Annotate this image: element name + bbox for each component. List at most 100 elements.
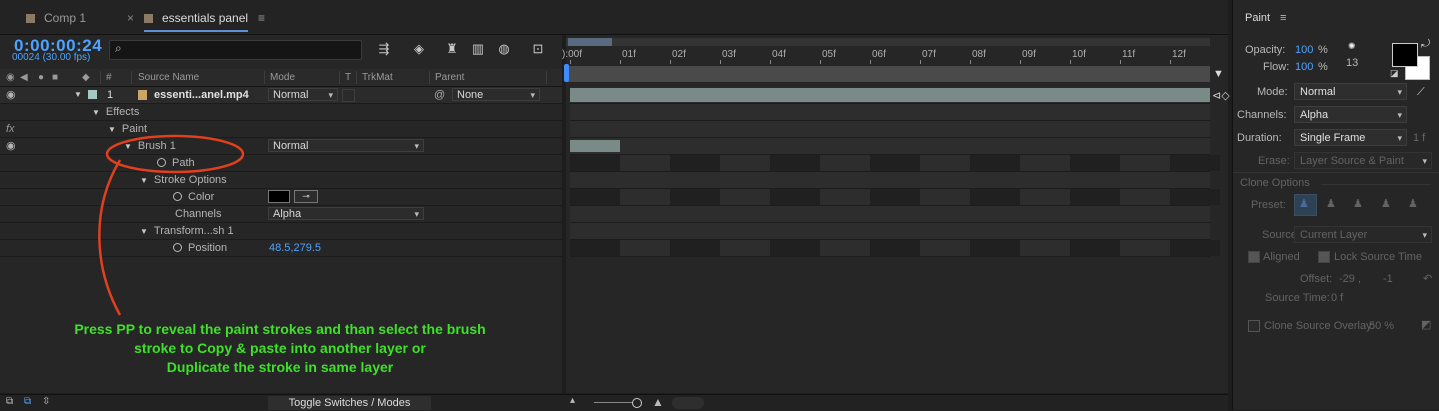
work-area-range[interactable] (568, 38, 612, 46)
layer-name[interactable]: essenti...anel.mp4 (154, 87, 249, 103)
frame-band (570, 189, 620, 205)
timeline-scroll[interactable] (672, 397, 704, 409)
brush-mode-dropdown[interactable]: Normal ▾ (268, 139, 424, 152)
layer-row[interactable]: ◉ ▼ 1 essenti...anel.mp4 Normal ▾ @ None ▾ (0, 87, 562, 104)
toggle-switches-button[interactable]: Toggle Switches / Modes (268, 396, 431, 410)
hide-shy-layers-icon[interactable]: ♜ (443, 40, 461, 58)
frame-blending-icon[interactable]: ▥ (469, 40, 487, 58)
brush-row[interactable]: ◉ ▼ Brush 1 Normal ▾ (0, 138, 562, 155)
in-out-icon[interactable]: ⇳ (42, 396, 50, 407)
chevron-down-icon: ▾ (414, 209, 419, 219)
reset-offset-icon[interactable]: ↶ (1423, 272, 1432, 285)
visibility-eye-icon[interactable]: ◉ (6, 87, 16, 103)
label-column-icon: ◆ (82, 72, 90, 83)
clone-source-dropdown[interactable]: Current Layer ▾ (1294, 226, 1432, 243)
zoom-out-icon[interactable]: ▴ (570, 395, 575, 406)
tab-comp-1[interactable]: Comp 1 (26, 8, 86, 30)
clone-preset-3-icon[interactable]: ♟ (1353, 197, 1363, 210)
ruler-tick (870, 60, 871, 64)
swap-colors-icon[interactable]: ⤾ (1421, 38, 1430, 51)
keyframe-nav-icon[interactable]: ⊲◇ (1212, 89, 1230, 102)
composition-flowchart-icon[interactable]: ⇶ (375, 40, 393, 58)
effects-row[interactable]: ▼ Effects (0, 104, 562, 121)
paint-mode-dropdown[interactable]: Normal ▾ (1294, 83, 1407, 100)
pickwhip-icon[interactable]: @ (434, 87, 445, 103)
track-row (570, 223, 1210, 240)
brush-duration-bar[interactable] (570, 140, 620, 152)
color-swatch[interactable] (268, 190, 290, 203)
graph-editor-icon[interactable]: ⊡ (529, 40, 547, 58)
layer-mode-dropdown[interactable]: Normal ▾ (268, 88, 338, 101)
difference-mode-icon[interactable]: ◩ (1421, 318, 1431, 331)
duration-dropdown[interactable]: Single Frame ▾ (1294, 129, 1407, 146)
erase-dropdown[interactable]: Layer Source & Paint ▾ (1294, 152, 1432, 169)
tab-close-icon[interactable]: × (127, 8, 134, 30)
eyedropper-icon[interactable]: ⊸ (294, 190, 318, 203)
ruler-tick-label: 03f (722, 49, 736, 60)
work-area-bar[interactable] (566, 38, 1210, 46)
foreground-color-swatch-top[interactable] (1392, 43, 1418, 67)
clone-preset-5-icon[interactable]: ♟ (1408, 197, 1418, 210)
annotation-arrow (98, 159, 122, 316)
chevron-down-icon: ▾ (1397, 110, 1402, 120)
stroke-options-row[interactable]: ▼ Stroke Options (0, 172, 562, 189)
path-row[interactable]: Path (0, 155, 562, 172)
expand-triangle-icon[interactable]: ▼ (92, 108, 100, 117)
visibility-eye-icon[interactable]: ◉ (6, 138, 16, 154)
preserve-transparency-checkbox[interactable] (342, 89, 355, 102)
tab-menu-icon[interactable]: ≡ (258, 8, 265, 30)
ruler-tick (770, 60, 771, 64)
channels-row[interactable]: Channels Alpha ▾ (0, 206, 562, 223)
clone-preset-4-icon[interactable]: ♟ (1381, 197, 1391, 210)
tab-essentials-panel[interactable]: essentials panel (144, 8, 249, 32)
source-name-column[interactable]: Source Name (138, 72, 199, 83)
current-time-indicator[interactable] (564, 64, 569, 82)
t-column: T (345, 72, 352, 83)
annotation-callout (98, 134, 245, 316)
fx-icon[interactable]: fx (6, 121, 15, 137)
parent-dropdown[interactable]: None ▾ (452, 88, 540, 101)
track-row (570, 240, 1220, 257)
motion-blur-icon[interactable]: ◍ (495, 40, 513, 58)
layer-track-row[interactable] (570, 87, 1210, 104)
aligned-checkbox[interactable] (1248, 251, 1260, 263)
time-ruler[interactable]: ):00f 01f 02f 03f 04f 05f 06f 07f 08f 09f 10f 11f 12… (562, 36, 1210, 64)
clone-preset-2-icon[interactable]: ♟ (1326, 197, 1336, 210)
clone-overlay-checkbox[interactable] (1248, 320, 1260, 332)
panel-menu-icon[interactable]: ≡ (1280, 12, 1286, 24)
brush-tip-icon[interactable]: ✺ (1348, 41, 1356, 52)
bottom-toolbar: ⧉ ⧉ ⇳ Toggle Switches / Modes ▴ ▲ (0, 394, 1228, 411)
cti-track[interactable] (566, 66, 1210, 82)
footage-icon (138, 90, 147, 100)
position-value[interactable]: 48.5,279.5 (269, 240, 321, 256)
comp-marker-bin-icon[interactable]: ▼ (1213, 68, 1225, 80)
position-row[interactable]: Position 48.5,279.5 (0, 240, 562, 257)
label-color-icon[interactable] (88, 90, 97, 99)
search-input[interactable]: ⌕ (109, 40, 362, 60)
transform-row[interactable]: ▼ Transform...sh 1 (0, 223, 562, 240)
opacity-value[interactable]: 100 (1295, 44, 1313, 56)
zoom-slider-handle[interactable] (632, 398, 642, 408)
zoom-in-icon[interactable]: ▲ (652, 395, 664, 409)
ruler-tick-label: 09f (1022, 49, 1036, 60)
expand-triangle-icon[interactable]: ▼ (74, 87, 82, 103)
transfer-controls-icon[interactable]: ⧉ (24, 396, 31, 407)
lock-source-time-checkbox[interactable] (1318, 251, 1330, 263)
frame-band (770, 155, 820, 171)
flow-value[interactable]: 100 (1295, 61, 1313, 73)
channels-dropdown[interactable]: Alpha ▾ (268, 207, 424, 220)
frame-band (1170, 240, 1220, 256)
ruler-tick-label: 06f (872, 49, 886, 60)
frame-band (1070, 155, 1120, 171)
frame-band (970, 240, 1020, 256)
frame-band (1070, 189, 1120, 205)
ruler-tick-label: 12f (1172, 49, 1186, 60)
paint-effect-row[interactable]: fx ▼ Paint (0, 121, 562, 138)
color-row[interactable]: Color ⊸ (0, 189, 562, 206)
eyedropper-icon[interactable]: ⟋ (1417, 86, 1425, 99)
layer-switches-icon[interactable]: ⧉ (6, 396, 13, 407)
paint-channels-dropdown[interactable]: Alpha ▾ (1294, 106, 1407, 123)
default-colors-icon[interactable]: ◪ (1390, 68, 1399, 79)
layer-duration-bar[interactable] (570, 88, 1210, 102)
draft-3d-icon[interactable]: ◈ (410, 40, 428, 58)
